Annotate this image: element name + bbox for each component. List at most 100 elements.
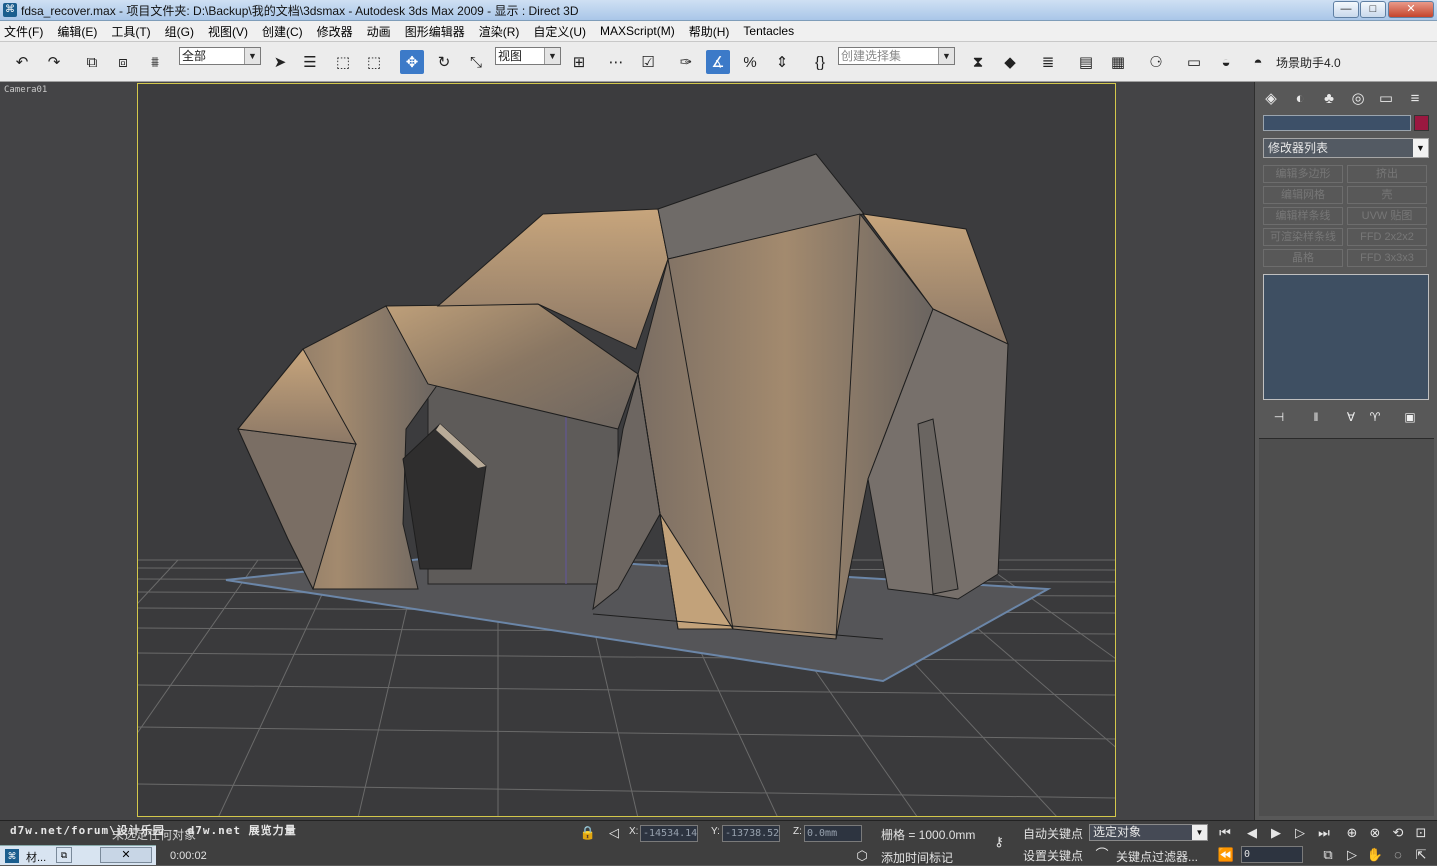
close-button[interactable]: ✕ [1388, 1, 1434, 18]
time-configuration-icon[interactable]: ⧉ [1318, 846, 1338, 864]
redo-icon[interactable]: ↷ [42, 50, 66, 74]
menu-graph-editors[interactable]: 图形编辑器 [405, 23, 465, 40]
modifier-button[interactable]: 壳 [1347, 186, 1427, 204]
create-tab-icon[interactable]: ◈ [1260, 87, 1282, 109]
select-and-link-icon[interactable]: ⧉ [80, 50, 104, 74]
pan-view-icon[interactable]: ✋ [1365, 846, 1385, 864]
utilities-tab-icon[interactable]: ≡ [1404, 87, 1426, 109]
material-editor-icon[interactable]: ⚆ [1144, 50, 1168, 74]
modifier-button[interactable]: FFD 3x3x3 [1347, 249, 1427, 267]
pivot-center-icon[interactable]: ⊞ [567, 50, 591, 74]
motion-tab-icon[interactable]: ◎ [1347, 87, 1369, 109]
rendered-frame-window-icon[interactable]: ◒ [1214, 50, 1238, 74]
make-unique-icon[interactable]: ∀ [1339, 408, 1363, 426]
render-setup-icon[interactable]: ▭ [1182, 50, 1206, 74]
modifier-button[interactable]: 编辑网格 [1263, 186, 1343, 204]
lock-selection-icon[interactable]: 🔒 [578, 824, 598, 842]
task-close-button[interactable]: ✕ [100, 847, 152, 863]
task-label[interactable]: 材... [26, 849, 46, 865]
previous-frame-icon[interactable]: ◀ [1242, 824, 1262, 842]
key-mode-dropdown[interactable]: 选定对象 ▼ [1089, 824, 1208, 841]
next-frame-icon[interactable]: ▷ [1290, 824, 1310, 842]
select-object-icon[interactable]: ➤ [268, 50, 292, 74]
curve-editor-icon[interactable]: ▤ [1074, 50, 1098, 74]
menu-create[interactable]: 创建(C) [262, 23, 303, 40]
menu-help[interactable]: 帮助(H) [689, 23, 730, 40]
menu-rendering[interactable]: 渲染(R) [479, 23, 520, 40]
menu-group[interactable]: 组(G) [165, 23, 194, 40]
minimize-button[interactable]: — [1333, 1, 1359, 18]
unlink-icon[interactable]: ⧈ [111, 50, 135, 74]
scene-helper-label[interactable]: 场景助手4.0 [1276, 54, 1341, 71]
modifier-button[interactable]: 挤出 [1347, 165, 1427, 183]
go-to-end-icon[interactable]: ⏭ [1314, 824, 1334, 842]
key-mode-toggle-icon[interactable]: ⏪ [1216, 846, 1236, 864]
modifier-button[interactable]: UVW 贴图 [1347, 207, 1427, 225]
select-and-move-icon[interactable]: ✥ [400, 50, 424, 74]
modifier-button[interactable]: 晶格 [1263, 249, 1343, 267]
select-and-rotate-icon[interactable]: ↻ [432, 50, 456, 74]
window-crossing-icon[interactable]: ⬚ [362, 50, 386, 74]
viewport[interactable]: Camera01 [0, 82, 1254, 820]
configure-modifier-sets-icon[interactable]: ▣ [1398, 408, 1422, 426]
object-color-swatch[interactable] [1414, 115, 1429, 131]
key-filters-button[interactable]: 关键点过滤器... [1116, 848, 1198, 865]
key-icon[interactable]: ⚷ [985, 833, 1013, 851]
angle-snap-icon[interactable]: ∡ [706, 50, 730, 74]
y-coordinate-field[interactable]: -13738.52 [722, 825, 780, 842]
menu-modifiers[interactable]: 修改器 [317, 23, 353, 40]
select-and-scale-icon[interactable]: ⤡ [464, 50, 488, 74]
reference-coordinate-dropdown[interactable]: 视图 ▼ [495, 47, 561, 65]
zoom-icon[interactable]: ⊕ [1342, 824, 1362, 842]
show-end-result-icon[interactable]: ‖ [1304, 408, 1328, 426]
modifier-button[interactable]: FFD 2x2x2 [1347, 228, 1427, 246]
align-icon[interactable]: ◆ [998, 50, 1022, 74]
maximize-viewport-icon[interactable]: ⇱ [1411, 846, 1431, 864]
keyboard-shortcut-override-icon[interactable]: ☑ [636, 50, 660, 74]
restore-icon[interactable]: ⧉ [56, 847, 72, 863]
modify-tab-icon[interactable]: ◐ [1289, 87, 1311, 109]
add-time-tag-button[interactable]: 添加时间标记 [881, 849, 953, 866]
x-coordinate-field[interactable]: -14534.14 [640, 825, 698, 842]
hierarchy-tab-icon[interactable]: ♣ [1318, 87, 1340, 109]
remove-modifier-icon[interactable]: ♈ [1363, 408, 1387, 426]
rectangular-selection-icon[interactable]: ⬚ [331, 50, 355, 74]
percent-snap-icon[interactable]: % [738, 50, 762, 74]
modifier-stack-list[interactable] [1263, 274, 1429, 400]
zoom-extents-all-icon[interactable]: ⊡ [1411, 824, 1431, 842]
snap-toggle-icon[interactable]: ✑ [674, 50, 698, 74]
menu-edit[interactable]: 编辑(E) [57, 23, 97, 40]
schematic-view-icon[interactable]: ▦ [1106, 50, 1130, 74]
key-tangent-icon[interactable]: ⌒ [1092, 846, 1112, 864]
modifier-button[interactable]: 编辑多边形 [1263, 165, 1343, 183]
spinner-snap-icon[interactable]: ⇕ [770, 50, 794, 74]
display-tab-icon[interactable]: ▭ [1375, 87, 1397, 109]
layer-manager-icon[interactable]: ≣ [1036, 50, 1060, 74]
orbit-icon[interactable]: ◌ [1388, 846, 1408, 864]
object-name-field[interactable] [1263, 115, 1411, 131]
auto-key-button[interactable]: 自动关键点 [1023, 825, 1083, 842]
edit-named-selection-icon[interactable]: {} [808, 50, 832, 74]
select-and-manipulate-icon[interactable]: ⋯ [604, 50, 628, 74]
undo-icon[interactable]: ↶ [10, 50, 34, 74]
current-frame-field[interactable]: 0 [1241, 846, 1303, 863]
menu-animation[interactable]: 动画 [367, 23, 391, 40]
menu-tools[interactable]: 工具(T) [111, 23, 150, 40]
menu-tentacles[interactable]: Tentacles [743, 24, 794, 38]
modifier-list-dropdown[interactable]: 修改器列表 ▼ [1263, 138, 1429, 158]
select-by-name-icon[interactable]: ☰ [298, 50, 322, 74]
menu-file[interactable]: 文件(F) [4, 23, 43, 40]
menu-views[interactable]: 视图(V) [208, 23, 248, 40]
absolute-mode-icon[interactable]: ◁ [604, 824, 624, 842]
pin-stack-icon[interactable]: ⊣ [1267, 408, 1291, 426]
modifier-button[interactable]: 编辑样条线 [1263, 207, 1343, 225]
mirror-icon[interactable]: ⧗ [966, 50, 990, 74]
zoom-extents-icon[interactable]: ⟲ [1388, 824, 1408, 842]
maximize-button[interactable]: □ [1360, 1, 1386, 18]
zoom-all-icon[interactable]: ⊗ [1365, 824, 1385, 842]
quick-render-icon[interactable]: ◓ [1246, 50, 1270, 74]
named-selection-dropdown[interactable]: 创建选择集 ▼ [838, 47, 955, 65]
play-icon[interactable]: ▶ [1266, 824, 1286, 842]
bind-space-warp-icon[interactable]: ⩩ [143, 50, 167, 74]
modifier-button[interactable]: 可渲染样条线 [1263, 228, 1343, 246]
